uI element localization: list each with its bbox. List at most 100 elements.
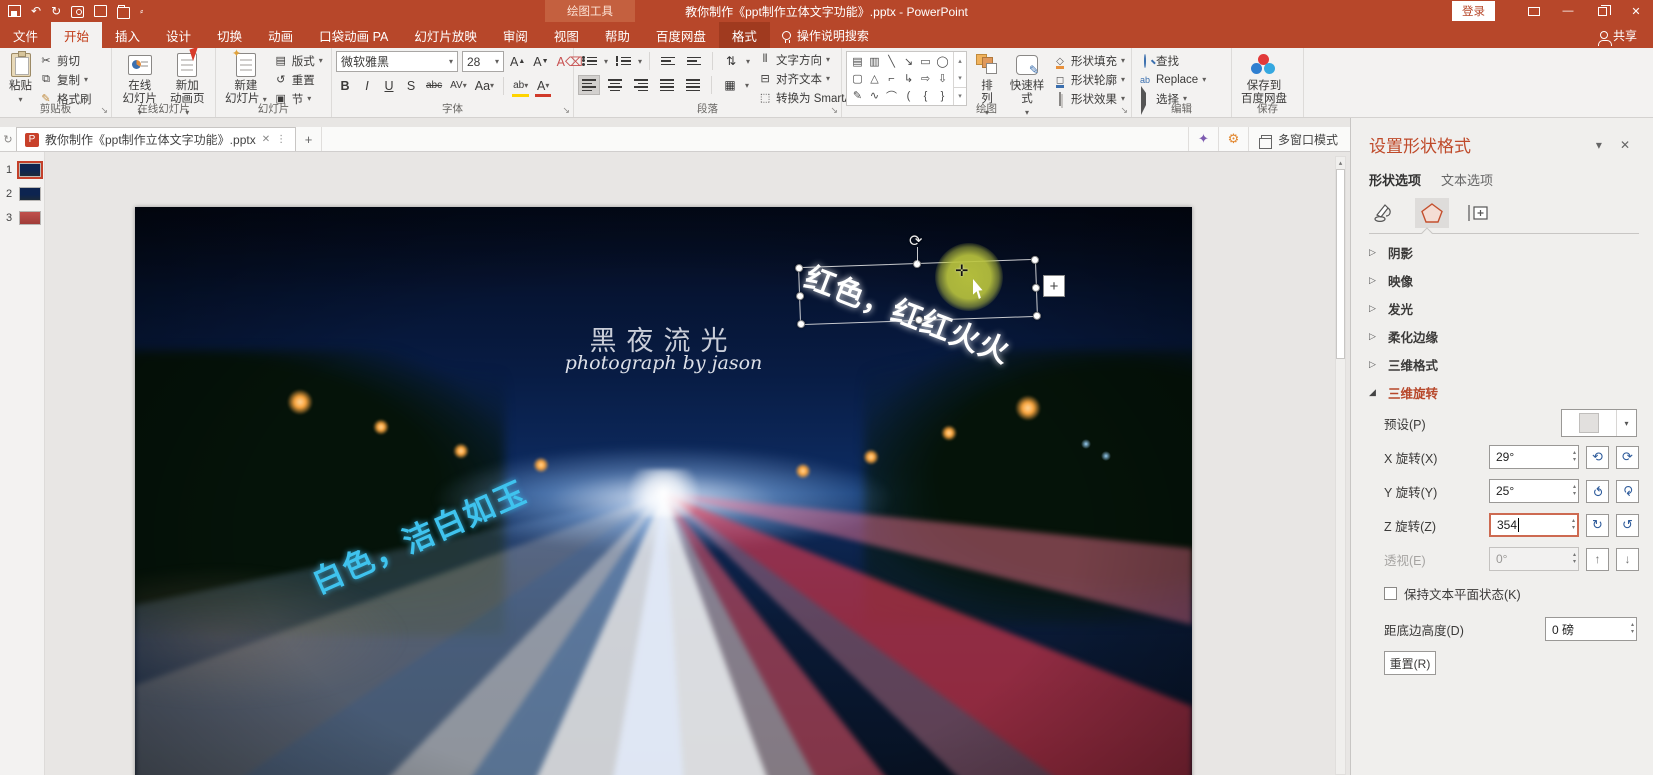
shapes-gallery[interactable]: ▤ ▥ ╲ ↘ ▭ ◯ ▢ △ ⌐ ↳ ⇨ ⇩ ✎ ∿ ⌒({} ▴ ▾ ▾ — [846, 51, 967, 106]
slide-canvas-area[interactable]: 黑夜流光 photograph by jason 白色，洁白如玉 红色，红红火火 — [45, 152, 1350, 775]
ribbon-display-options-button[interactable] — [1517, 0, 1551, 22]
italic-button[interactable]: I — [358, 76, 376, 95]
tab-insert[interactable]: 插入 — [102, 22, 153, 48]
tab-help[interactable]: 帮助 — [592, 22, 643, 48]
distance-input[interactable]: 0 磅 ▴ ▾ — [1545, 617, 1637, 641]
find-button[interactable]: 查找 — [1136, 52, 1208, 69]
slide-thumbnail-3[interactable]: 3 — [0, 208, 44, 228]
scrollbar-up-arrow[interactable]: ▴ — [1336, 157, 1345, 169]
section-soft-edges[interactable]: ▷ 柔化边缘 — [1369, 327, 1639, 346]
tab-menu-icon[interactable]: ⋮ — [276, 134, 287, 145]
shrink-font-button[interactable]: A ▼ — [531, 52, 550, 71]
layout-button[interactable]: ▤ 版式 ▾ — [272, 52, 325, 69]
copy-button[interactable]: ⧉ 复制 ▾ — [37, 71, 94, 88]
shape-outline-button[interactable]: ◻ 形状轮廓 ▾ — [1051, 71, 1127, 88]
tab-design[interactable]: 设计 — [153, 22, 204, 48]
tab-view[interactable]: 视图 — [541, 22, 592, 48]
z-rotate-cw-button[interactable]: ↻ — [1586, 513, 1609, 537]
align-right-button[interactable] — [630, 75, 652, 95]
open-file-icon[interactable] — [117, 4, 131, 19]
perspective-down-button[interactable]: ↓ — [1616, 547, 1639, 571]
screen-record-icon[interactable] — [71, 5, 85, 18]
save-icon[interactable] — [8, 5, 21, 17]
redo-icon[interactable]: ↻ — [51, 5, 61, 17]
pane-tab-shape-options[interactable]: 形状选项 — [1369, 170, 1421, 189]
pane-collapse-icon[interactable]: ▾ — [1587, 138, 1611, 152]
tab-home[interactable]: 开始 — [51, 22, 103, 48]
paste-button[interactable]: 粘贴 ▾ — [4, 51, 37, 107]
section-reflection[interactable]: ▷ 映像 — [1369, 271, 1639, 290]
new-slide-button[interactable]: ✦ 新建 幻灯片 ▾ — [220, 48, 272, 107]
shapes-scroll-up[interactable]: ▴ — [954, 52, 966, 69]
restore-button[interactable] — [1585, 0, 1619, 22]
grow-font-button[interactable]: A ▲ — [508, 52, 527, 71]
shapes-scroll-down[interactable]: ▾ — [954, 69, 966, 86]
reset-slide-button[interactable]: ↺ 重置 — [272, 71, 325, 88]
drawing-dialog-launcher[interactable]: ↘ — [1120, 105, 1128, 116]
multi-window-mode-button[interactable]: 多窗口模式 — [1247, 127, 1350, 151]
align-left-button[interactable] — [578, 75, 600, 95]
line-spacing-button[interactable]: ⇅ — [720, 51, 742, 71]
reset-rotation-button[interactable]: 重置(R) — [1384, 651, 1436, 675]
slide-thumbnail-1[interactable]: 1 — [0, 160, 44, 180]
resize-handle-nw[interactable] — [794, 263, 804, 273]
bold-button[interactable]: B — [336, 76, 354, 95]
cut-button[interactable]: ✂ 剪切 — [37, 52, 94, 69]
keep-text-flat-checkbox[interactable] — [1384, 587, 1397, 600]
pane-close-icon[interactable]: ✕ — [1611, 138, 1639, 152]
bullets-button[interactable] — [578, 51, 600, 71]
increase-indent-button[interactable] — [683, 51, 705, 71]
tab-transitions[interactable]: 切换 — [204, 22, 255, 48]
effects-icon[interactable] — [1415, 198, 1449, 228]
columns-button[interactable]: ▦ — [719, 75, 741, 95]
magic-wand-icon[interactable]: ✦ — [1187, 127, 1218, 151]
font-size-combo[interactable]: 28 ▾ — [462, 51, 504, 72]
canvas-vertical-scrollbar[interactable]: ▴ — [1335, 156, 1346, 775]
paragraph-dialog-launcher[interactable]: ↘ — [830, 105, 838, 116]
tab-pocket-animation[interactable]: 口袋动画 PA — [306, 22, 401, 48]
minimize-button[interactable]: — — [1551, 0, 1585, 22]
quick-add-button[interactable]: + — [1043, 275, 1065, 297]
font-dialog-launcher[interactable]: ↘ — [562, 105, 570, 116]
align-center-button[interactable] — [604, 75, 626, 95]
document-tab-active[interactable]: P 教你制作《ppt制作立体文字功能》.pptx ✕ ⋮ — [16, 127, 297, 151]
slide-editing-surface[interactable]: 黑夜流光 photograph by jason 白色，洁白如玉 红色，红红火火 — [135, 207, 1192, 775]
x-rotate-right-button[interactable]: ⟳ — [1616, 445, 1639, 469]
perspective-up-button[interactable]: ↑ — [1586, 547, 1609, 571]
save-to-baidu-button[interactable]: 保存到 百度网盘 — [1236, 51, 1292, 107]
z-rotation-input[interactable]: 354 ▴ ▾ — [1489, 513, 1579, 537]
new-document-tab-button[interactable]: + — [296, 127, 323, 151]
underline-button[interactable]: U — [380, 76, 398, 95]
preset-dropdown[interactable]: ▾ — [1561, 409, 1637, 437]
font-color-button[interactable]: A ▾ — [534, 76, 552, 97]
tab-format[interactable]: 格式 — [718, 22, 770, 48]
customize-qat-icon[interactable]: ⸗ — [140, 5, 143, 17]
y-rotate-up-button[interactable]: ⟲ — [1586, 479, 1609, 503]
tab-baidu-netdisk[interactable]: 百度网盘 — [643, 22, 719, 48]
tab-slideshow[interactable]: 幻灯片放映 — [401, 22, 490, 48]
change-case-button[interactable]: Aa ▾ — [473, 76, 496, 95]
section-3d-rotation[interactable]: ◢ 三维旋转 — [1369, 383, 1639, 402]
y-rotation-input[interactable]: 25° ▴ ▾ — [1489, 479, 1579, 503]
resize-handle-w[interactable] — [795, 291, 805, 301]
section-3d-format[interactable]: ▷ 三维格式 — [1369, 355, 1639, 374]
tab-animations[interactable]: 动画 — [255, 22, 306, 48]
fill-line-icon[interactable] — [1369, 198, 1403, 228]
undo-icon[interactable]: ↶ — [31, 5, 41, 17]
new-file-icon[interactable] — [94, 5, 108, 17]
character-spacing-button[interactable]: AV ▾ — [448, 76, 469, 95]
slide-thumbnail-2[interactable]: 2 — [0, 184, 44, 204]
rotate-handle-icon[interactable]: ⟳ — [909, 231, 922, 251]
share-button[interactable]: 共享 — [1597, 22, 1653, 48]
distribute-button[interactable] — [682, 75, 704, 95]
size-properties-icon[interactable] — [1461, 198, 1495, 228]
tab-file[interactable]: 文件 — [0, 22, 51, 48]
preset-dropdown-arrow[interactable]: ▾ — [1616, 410, 1636, 436]
close-button[interactable]: ✕ — [1619, 0, 1653, 22]
z-rotate-ccw-button[interactable]: ↺ — [1616, 513, 1639, 537]
text-shadow-button[interactable]: S — [402, 76, 420, 95]
tell-me-search[interactable]: 操作说明搜索 — [770, 22, 881, 48]
section-glow[interactable]: ▷ 发光 — [1369, 299, 1639, 318]
font-family-combo[interactable]: 微软雅黑 ▾ — [336, 51, 458, 72]
section-shadow[interactable]: ▷ 阴影 — [1369, 243, 1639, 262]
